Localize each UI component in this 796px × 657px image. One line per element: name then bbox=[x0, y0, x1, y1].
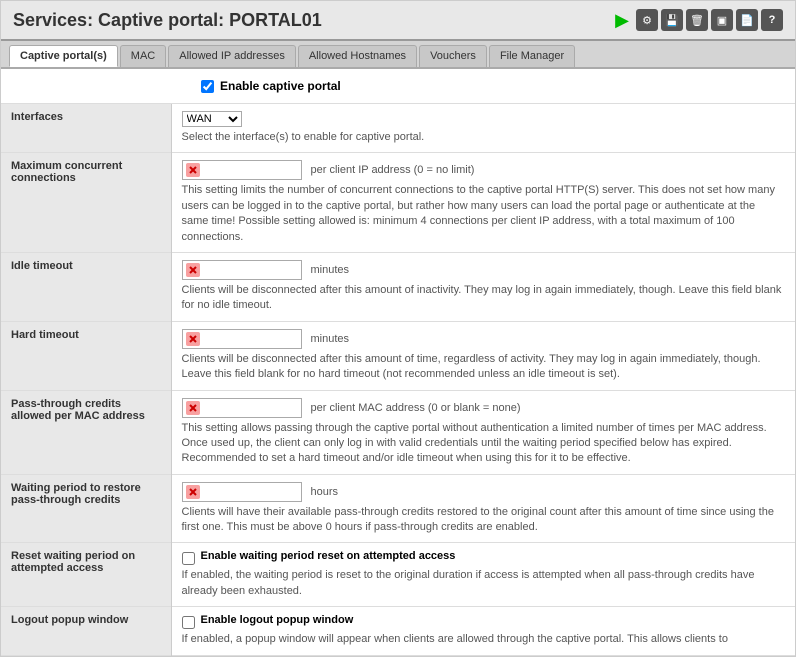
max-concurrent-label: Maximum concurrent connections bbox=[1, 153, 171, 253]
tab-allowed-ip[interactable]: Allowed IP addresses bbox=[168, 45, 296, 67]
logout-popup-checkbox-row: Enable logout popup window bbox=[182, 614, 786, 629]
logout-popup-label: Logout popup window bbox=[1, 607, 171, 655]
passthrough-input[interactable] bbox=[182, 398, 302, 418]
idle-timeout-value: minutes Clients will be disconnected aft… bbox=[171, 252, 795, 321]
hard-timeout-unit: minutes bbox=[311, 333, 350, 345]
passthrough-row: Pass-through credits allowed per MAC add… bbox=[1, 390, 795, 474]
enable-captive-portal-row: Enable captive portal bbox=[1, 69, 795, 104]
idle-timeout-row: Idle timeout minutes Clients will be dis… bbox=[1, 252, 795, 321]
interface-select-wrapper: WAN LAN bbox=[182, 111, 786, 127]
interfaces-row: Interfaces WAN LAN Select the interface(… bbox=[1, 104, 795, 153]
max-concurrent-inline: per client IP address (0 = no limit) bbox=[182, 160, 786, 180]
hard-timeout-label: Hard timeout bbox=[1, 321, 171, 390]
tab-allowed-hostnames[interactable]: Allowed Hostnames bbox=[298, 45, 417, 67]
tab-captive-portals[interactable]: Captive portal(s) bbox=[9, 45, 118, 67]
reset-waiting-help: If enabled, the waiting period is reset … bbox=[182, 568, 786, 599]
idle-timeout-inline: minutes bbox=[182, 260, 786, 280]
idle-timeout-input[interactable] bbox=[182, 260, 302, 280]
enable-captive-portal-label[interactable]: Enable captive portal bbox=[201, 79, 795, 93]
interfaces-help: Select the interface(s) to enable for ca… bbox=[182, 130, 786, 145]
max-concurrent-help: This setting limits the number of concur… bbox=[182, 183, 786, 245]
tab-file-manager[interactable]: File Manager bbox=[489, 45, 575, 67]
passthrough-unit: per client MAC address (0 or blank = non… bbox=[311, 402, 521, 414]
main-content: Enable captive portal Interfaces WAN LAN bbox=[1, 69, 795, 656]
hard-timeout-input[interactable] bbox=[182, 329, 302, 349]
waiting-period-label: Waiting period to restore pass-through c… bbox=[1, 474, 171, 543]
view-icon[interactable]: 📄 bbox=[736, 9, 758, 31]
tab-bar: Captive portal(s) MAC Allowed IP address… bbox=[1, 41, 795, 69]
play-icon[interactable]: ▶ bbox=[611, 9, 633, 31]
passthrough-value: per client MAC address (0 or blank = non… bbox=[171, 390, 795, 474]
reset-waiting-checkbox-label: Enable waiting period reset on attempted… bbox=[201, 550, 456, 562]
waiting-period-unit: hours bbox=[311, 486, 339, 498]
hard-timeout-value: minutes Clients will be disconnected aft… bbox=[171, 321, 795, 390]
reset-waiting-value: Enable waiting period reset on attempted… bbox=[171, 543, 795, 607]
page-title: Services: Captive portal: PORTAL01 bbox=[13, 10, 322, 31]
passthrough-label: Pass-through credits allowed per MAC add… bbox=[1, 390, 171, 474]
waiting-period-help: Clients will have their available pass-t… bbox=[182, 505, 786, 536]
logout-popup-row: Logout popup window Enable logout popup … bbox=[1, 607, 795, 655]
logout-popup-help: If enabled, a popup window will appear w… bbox=[182, 632, 786, 647]
settings-table: Interfaces WAN LAN Select the interface(… bbox=[1, 104, 795, 656]
idle-timeout-unit: minutes bbox=[311, 264, 350, 276]
reset-waiting-checkbox-row: Enable waiting period reset on attempted… bbox=[182, 550, 786, 565]
reset-waiting-checkbox[interactable] bbox=[182, 552, 195, 565]
delete-icon[interactable]: 🗑 bbox=[686, 9, 708, 31]
max-concurrent-row: Maximum concurrent connections per clien… bbox=[1, 153, 795, 253]
waiting-period-value: hours Clients will have their available … bbox=[171, 474, 795, 543]
page-header: Services: Captive portal: PORTAL01 ▶ ⚙ 💾… bbox=[1, 1, 795, 41]
passthrough-help: This setting allows passing through the … bbox=[182, 421, 786, 467]
logout-popup-checkbox[interactable] bbox=[182, 616, 195, 629]
enable-captive-portal-checkbox[interactable] bbox=[201, 80, 214, 93]
interface-select[interactable]: WAN LAN bbox=[182, 111, 242, 127]
save-icon[interactable]: 💾 bbox=[661, 9, 683, 31]
help-icon[interactable]: ? bbox=[761, 9, 783, 31]
waiting-period-inline: hours bbox=[182, 482, 786, 502]
waiting-period-row: Waiting period to restore pass-through c… bbox=[1, 474, 795, 543]
reset-waiting-label: Reset waiting period on attempted access bbox=[1, 543, 171, 607]
tab-vouchers[interactable]: Vouchers bbox=[419, 45, 487, 67]
hard-timeout-inline: minutes bbox=[182, 329, 786, 349]
hard-timeout-row: Hard timeout minutes Clients will be dis… bbox=[1, 321, 795, 390]
hard-timeout-help: Clients will be disconnected after this … bbox=[182, 352, 786, 383]
interfaces-value: WAN LAN Select the interface(s) to enabl… bbox=[171, 104, 795, 153]
settings-icon[interactable]: ⚙ bbox=[636, 9, 658, 31]
logout-popup-checkbox-label: Enable logout popup window bbox=[201, 614, 354, 626]
max-concurrent-unit: per client IP address (0 = no limit) bbox=[311, 164, 475, 176]
logout-popup-value: Enable logout popup window If enabled, a… bbox=[171, 607, 795, 655]
interfaces-label: Interfaces bbox=[1, 104, 171, 153]
reset-waiting-row: Reset waiting period on attempted access… bbox=[1, 543, 795, 607]
idle-timeout-label: Idle timeout bbox=[1, 252, 171, 321]
header-actions: ▶ ⚙ 💾 🗑 ▣ 📄 ? bbox=[611, 9, 783, 31]
max-concurrent-input[interactable] bbox=[182, 160, 302, 180]
idle-timeout-help: Clients will be disconnected after this … bbox=[182, 283, 786, 314]
passthrough-inline: per client MAC address (0 or blank = non… bbox=[182, 398, 786, 418]
waiting-period-input[interactable] bbox=[182, 482, 302, 502]
tab-mac[interactable]: MAC bbox=[120, 45, 166, 67]
max-concurrent-value: per client IP address (0 = no limit) Thi… bbox=[171, 153, 795, 253]
monitor-icon[interactable]: ▣ bbox=[711, 9, 733, 31]
